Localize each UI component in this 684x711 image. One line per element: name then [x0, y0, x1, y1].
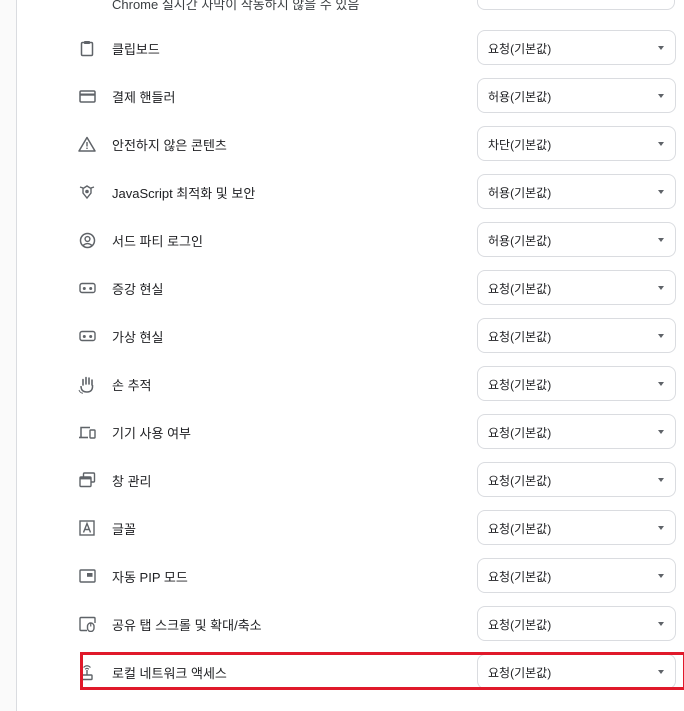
row-label: 글꼴: [112, 522, 136, 537]
row-javascript-optimizer: JavaScript 최적화 및 보안 허용(기본값): [0, 168, 684, 216]
permission-select[interactable]: 차단(기본값): [477, 126, 676, 161]
account-circle-icon: [77, 231, 97, 249]
row-label: 창 관리: [112, 474, 152, 489]
row-device-use: 기기 사용 여부 요청(기본값): [0, 408, 684, 456]
dropdown-arrow-icon: [658, 478, 664, 482]
clipped-row: Chrome 실시간 자막이 작동하지 않을 수 있음: [0, 0, 684, 12]
row-fonts: 글꼴 요청(기본값): [0, 504, 684, 552]
permission-select[interactable]: 요청(기본값): [477, 30, 676, 65]
picture-in-picture-icon: [77, 567, 97, 585]
row-payment-handler: 결제 핸들러 허용(기본값): [0, 72, 684, 120]
row-augmented-reality: 증강 현실 요청(기본값): [0, 264, 684, 312]
window-management-icon: [77, 471, 97, 489]
select-value: 요청(기본값): [488, 378, 552, 392]
row-third-party-sign-in: 서드 파티 로그인 허용(기본값): [0, 216, 684, 264]
row-label: 증강 현실: [112, 282, 164, 297]
row-label: 클립보드: [112, 42, 160, 57]
select-value: 요청(기본값): [488, 666, 552, 680]
font-icon: [77, 519, 97, 537]
select-value: 허용(기본값): [488, 90, 552, 104]
permission-select[interactable]: 요청(기본값): [477, 558, 676, 593]
dropdown-arrow-icon: [658, 286, 664, 290]
permission-select[interactable]: 허용(기본값): [477, 78, 676, 113]
row-label: 가상 현실: [112, 330, 164, 345]
permission-select[interactable]: 요청(기본값): [477, 654, 676, 689]
dropdown-arrow-icon: [658, 190, 664, 194]
vr-headset-icon: [77, 327, 97, 345]
row-insecure-content: 안전하지 않은 콘텐츠 차단(기본값): [0, 120, 684, 168]
permission-select[interactable]: 요청(기본값): [477, 318, 676, 353]
row-label: 공유 탭 스크롤 및 확대/축소: [112, 618, 262, 633]
row-virtual-reality: 가상 현실 요청(기본값): [0, 312, 684, 360]
select-value: 허용(기본값): [488, 186, 552, 200]
dropdown-arrow-icon: [658, 430, 664, 434]
credit-card-icon: [77, 87, 97, 105]
row-label: 안전하지 않은 콘텐츠: [112, 138, 227, 153]
shared-tab-scroll-icon: [77, 615, 97, 633]
row-label: 기기 사용 여부: [112, 426, 191, 441]
select-value: 요청(기본값): [488, 618, 552, 632]
dropdown-arrow-icon: [658, 142, 664, 146]
permission-select[interactable]: 요청(기본값): [477, 270, 676, 305]
dropdown-arrow-icon: [658, 526, 664, 530]
row-label: 결제 핸들러: [112, 90, 176, 105]
select-value: 요청(기본값): [488, 474, 552, 488]
permission-select[interactable]: 허용(기본값): [477, 222, 676, 257]
permission-select[interactable]: 요청(기본값): [477, 606, 676, 641]
permission-select[interactable]: 요청(기본값): [477, 366, 676, 401]
permission-select[interactable]: 요청(기본값): [477, 510, 676, 545]
row-label: 서드 파티 로그인: [112, 234, 203, 249]
clipped-row-select[interactable]: [477, 0, 675, 10]
select-value: 요청(기본값): [488, 42, 552, 56]
local-network-icon: [77, 663, 97, 681]
select-value: 요청(기본값): [488, 426, 552, 440]
dropdown-arrow-icon: [658, 334, 664, 338]
row-clipboard: 클립보드 요청(기본값): [0, 24, 684, 72]
devices-icon: [77, 423, 97, 441]
row-label: 손 추적: [112, 378, 152, 393]
hand-tracking-icon: [77, 375, 97, 394]
row-shared-tab-scroll: 공유 탭 스크롤 및 확대/축소 요청(기본값): [0, 600, 684, 648]
permission-select[interactable]: 허용(기본값): [477, 174, 676, 209]
row-label: 로컬 네트워크 액세스: [112, 666, 227, 681]
dropdown-arrow-icon: [658, 382, 664, 386]
javascript-optimizer-icon: [77, 183, 97, 201]
row-auto-pip: 자동 PIP 모드 요청(기본값): [0, 552, 684, 600]
dropdown-arrow-icon: [658, 94, 664, 98]
row-local-network-access: 로컬 네트워크 액세스 요청(기본값): [0, 648, 684, 696]
select-value: 요청(기본값): [488, 570, 552, 584]
select-value: 허용(기본값): [488, 234, 552, 248]
select-value: 요청(기본값): [488, 282, 552, 296]
row-window-management: 창 관리 요청(기본값): [0, 456, 684, 504]
clipboard-icon: [77, 39, 97, 57]
dropdown-arrow-icon: [658, 574, 664, 578]
select-value: 요청(기본값): [488, 522, 552, 536]
row-label: 자동 PIP 모드: [112, 570, 188, 585]
dropdown-arrow-icon: [658, 238, 664, 242]
permission-select[interactable]: 요청(기본값): [477, 462, 676, 497]
dropdown-arrow-icon: [658, 622, 664, 626]
row-hand-tracking: 손 추적 요청(기본값): [0, 360, 684, 408]
warning-icon: [77, 135, 97, 153]
row-label: JavaScript 최적화 및 보안: [112, 186, 256, 201]
clipped-row-label: Chrome 실시간 자막이 작동하지 않을 수 있음: [112, 0, 360, 12]
select-value: 요청(기본값): [488, 330, 552, 344]
permission-select[interactable]: 요청(기본값): [477, 414, 676, 449]
select-value: 차단(기본값): [488, 138, 552, 152]
dropdown-arrow-icon: [658, 670, 664, 674]
vr-headset-icon: [77, 279, 97, 297]
dropdown-arrow-icon: [658, 46, 664, 50]
